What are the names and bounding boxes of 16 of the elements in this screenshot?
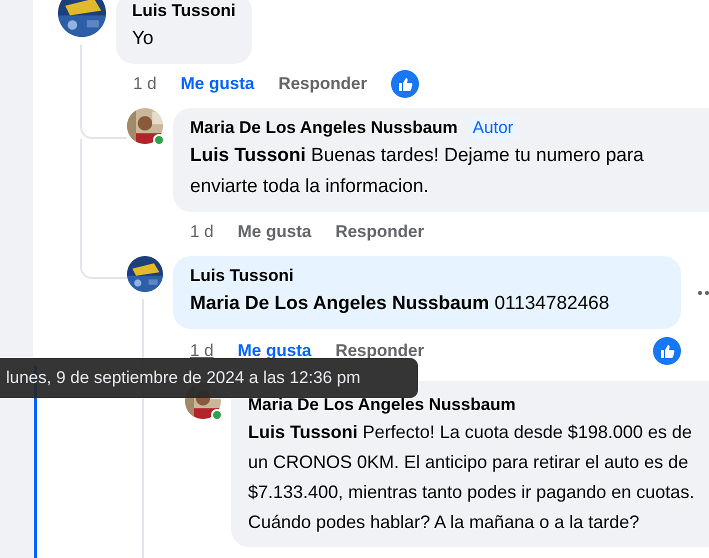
comment-text: Yo xyxy=(132,27,154,51)
timestamp-link[interactable]: 1 d xyxy=(190,219,214,245)
author-name[interactable]: Luis Tussoni xyxy=(190,264,294,288)
comment-text: Maria De Los Angeles Nussbaum 01134782468 xyxy=(190,292,610,316)
comment-text: Luis Tussoni Buenas tardes! Dejame tu numero para enviarte toda la informacion. xyxy=(190,144,645,199)
date-tooltip: lunes, 9 de septiembre de 2024 a las 12:36 pm xyxy=(0,358,418,398)
timestamp-link[interactable]: 1 d xyxy=(133,71,157,97)
like-button[interactable]: Me gusta xyxy=(238,219,312,245)
reply-button[interactable]: Responder xyxy=(278,71,368,97)
more-icon[interactable] xyxy=(697,290,709,296)
author-name[interactable]: Luis Tussoni xyxy=(132,0,236,23)
author-name[interactable]: Maria De Los Angeles Nussbaum xyxy=(190,116,458,140)
like-button[interactable]: Me gusta xyxy=(180,71,254,97)
comment-text: Luis Tussoni Perfecto! La cuota desde $198.000 es de un CRONOS 0KM. El anticipo para retirar el auto es de $7.133.400, mientras tanto podes ir pagando en cuotas. Cuándo podes hablar? A la mañana o a la tarde? xyxy=(248,421,696,534)
reply-button[interactable]: Responder xyxy=(335,219,424,245)
author-badge: Autor xyxy=(468,116,518,140)
